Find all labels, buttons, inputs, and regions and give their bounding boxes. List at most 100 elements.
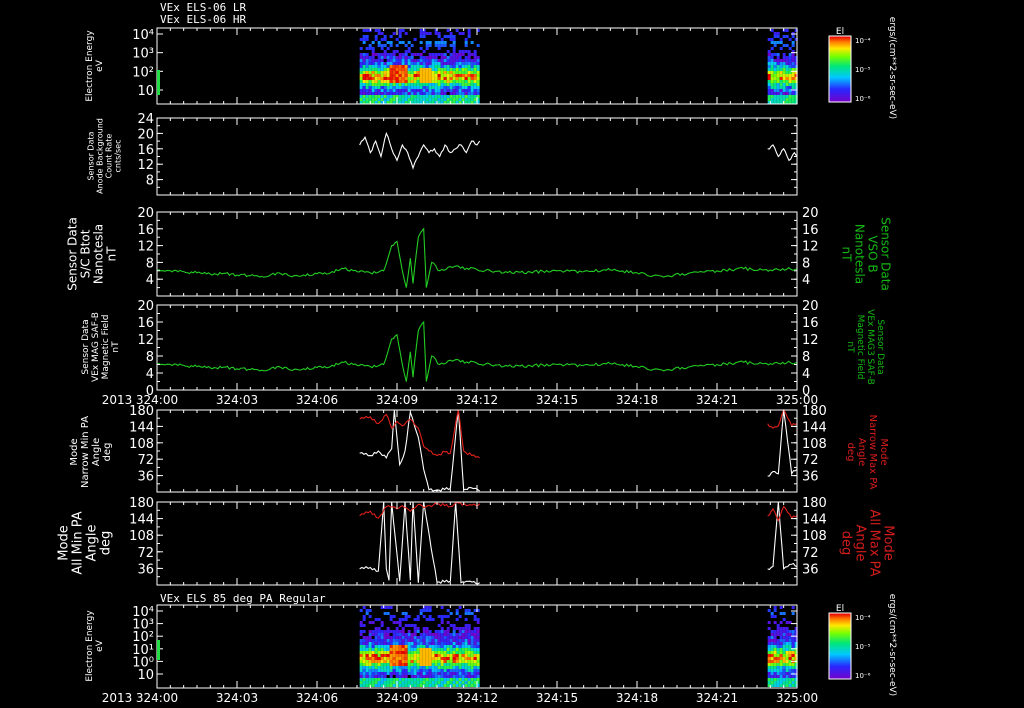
x-axis-mid-tick: 324:06	[296, 393, 338, 407]
y-tick-label: 72	[137, 453, 154, 468]
colorbar-tick-label: 10⁻⁵	[855, 66, 871, 74]
ylabel-line: deg	[838, 531, 853, 556]
panel-frame-1	[156, 117, 798, 196]
y-tick-label-right: 36	[802, 470, 819, 485]
x-axis-bottom-tick: 324:15	[536, 691, 578, 705]
count-rate-line	[359, 131, 481, 170]
y-tick-label: 180	[129, 496, 154, 511]
ylabel-line: cnts/sec	[113, 140, 122, 173]
y-tick-label: 10⁴	[132, 28, 154, 43]
x-tick-marks-2	[156, 212, 798, 296]
header-line-2: VEx ELS-06 HR	[160, 13, 247, 26]
y-tick-label: 8	[146, 256, 154, 271]
y-tick-label: 20	[137, 206, 154, 221]
ylabel-line: Angle	[91, 438, 102, 466]
ylabel-right-panel-5: ModeAll Max PAAngledeg	[838, 509, 895, 576]
ylabel-line: Electron Energy	[85, 610, 95, 682]
ylabel-line: eV	[95, 639, 105, 652]
x-axis-bottom-tick: 324:18	[616, 691, 658, 705]
all-pa-red-line	[359, 501, 481, 519]
ylabel-line: nT	[111, 341, 121, 353]
y-tick-label-right: 8	[802, 350, 810, 365]
x-axis-mid-year: 2013	[102, 393, 133, 407]
ylabel-line: VEx MAG SAF-B	[91, 312, 101, 382]
ylabel-line: Magnetic Field	[855, 315, 865, 380]
x-axis-mid-tick: 324:12	[456, 393, 498, 407]
x-axis-mid-tick: 324:03	[216, 393, 258, 407]
ylabel-line: Mode	[57, 525, 72, 560]
y-tick-label: 72	[137, 546, 154, 561]
x-axis-mid-tick: 325:00	[776, 393, 818, 407]
y-tick-label: 8	[146, 174, 154, 189]
ylabel-panel-4: Mode Narrow Min PA Angle deg	[69, 416, 113, 488]
y-tick-label: 4	[146, 273, 154, 288]
ylabel-line: Anode Background	[95, 118, 104, 194]
y-tick-label-right: 180	[802, 496, 827, 511]
x-axis-bottom-tick: 324:06	[296, 691, 338, 705]
y-tick-label-right: 144	[802, 513, 827, 528]
y-tick-label-right: 4	[802, 273, 810, 288]
ylabel-line: Angle	[852, 525, 867, 562]
ylabel-panel-2: Sensor Data S/C Btot Nanotesla nT	[66, 217, 119, 291]
ylabel-line: Sensor Data	[875, 319, 885, 374]
ylabel-line: Angle	[85, 525, 100, 562]
x-axis-bottom-tick: 324:21	[696, 691, 738, 705]
y-tick-label: 10²	[132, 65, 154, 80]
colorbar-tick-label: 10⁻⁶	[855, 95, 871, 103]
ylabel-line: deg	[99, 531, 114, 556]
mag-field-line	[156, 320, 798, 382]
y-tick-label: 10	[137, 84, 154, 99]
y-tick-label: 12	[137, 158, 154, 173]
ylabel-line: Sensor Data	[81, 319, 91, 374]
x-axis-mid-tick: 324:09	[376, 393, 418, 407]
ylabel-line: Narrow Max PA	[867, 415, 878, 490]
y-tick-label-right: 8	[802, 256, 810, 271]
colorbar-tick-label: 10⁻⁶	[855, 672, 871, 680]
ylabel-line: eV	[95, 59, 105, 72]
ylabel-line: Mode	[878, 438, 889, 465]
y-tick-label-right: 12	[802, 240, 819, 255]
x-tick-marks-4	[156, 410, 798, 492]
narrow-pa-red-line	[359, 409, 480, 459]
ylabel-line: Magnetic Field	[101, 315, 111, 380]
all-pa-white-line	[359, 501, 480, 585]
ylabel-line: Nanotesla	[852, 224, 866, 284]
ylabel-line: Nanotesla	[92, 224, 106, 284]
ylabel-line: VEx MAG3 SAF-B	[865, 309, 875, 385]
y-tick-label: 36	[137, 470, 154, 485]
y-tick-label: 10	[137, 668, 154, 683]
ylabel-panel-5: Mode All Min PA Angle deg	[57, 511, 114, 574]
x-axis-mid-tick: 324:21	[696, 393, 738, 407]
y-tick-label: 8	[146, 350, 154, 365]
ylabel-line: Mode	[880, 525, 895, 560]
y-tick-label-right: 72	[802, 546, 819, 561]
ylabel-right-panel-3: Sensor DataVEx MAG3 SAF-BMagnetic Fieldn…	[845, 309, 885, 385]
y-tick-label: 108	[129, 529, 154, 544]
y-tick-label: 20	[137, 127, 154, 142]
y-tick-label: 144	[129, 513, 154, 528]
spectrogram-cells-6	[359, 606, 798, 687]
x-axis-bottom-tick: 325:00	[776, 691, 818, 705]
y-tick-label: 108	[129, 437, 154, 452]
y-tick-label: 24	[137, 112, 154, 127]
colorbar-tick-label: 10⁻⁴	[855, 37, 871, 45]
y-tick-label: 10³	[132, 47, 154, 62]
y-tick-label-right: 144	[802, 420, 827, 435]
narrow-pa-white-line	[359, 409, 480, 492]
ylabel-right-panel-2: Sensor DataVSO BNanoteslanT	[839, 217, 892, 291]
panel-frame-4	[156, 409, 798, 493]
ylabel-line: Mode	[69, 438, 80, 465]
ylabel-line: All Max PA	[866, 509, 881, 576]
ylabel-line: ergs/(cm**2-sr-sec-eV)	[887, 594, 897, 696]
y-tick-label-right: 36	[802, 562, 819, 577]
ylabel-line: deg	[102, 443, 113, 462]
colorbar-tick-label: 10⁻⁴	[855, 614, 871, 622]
left-edge-data-0	[157, 70, 160, 95]
bottom-spectrogram-title: VEx ELS 85 deg PA Regular	[160, 592, 326, 605]
ylabel-line: All Min PA	[71, 511, 86, 574]
x-axis-mid-tick: 324:18	[616, 393, 658, 407]
y-tick-label: 16	[137, 223, 154, 238]
y-tick-label: 12	[137, 240, 154, 255]
count-rate-line	[767, 144, 798, 162]
ylabel-right-panel-4: ModeNarrow Max PAAngledeg	[845, 415, 889, 490]
